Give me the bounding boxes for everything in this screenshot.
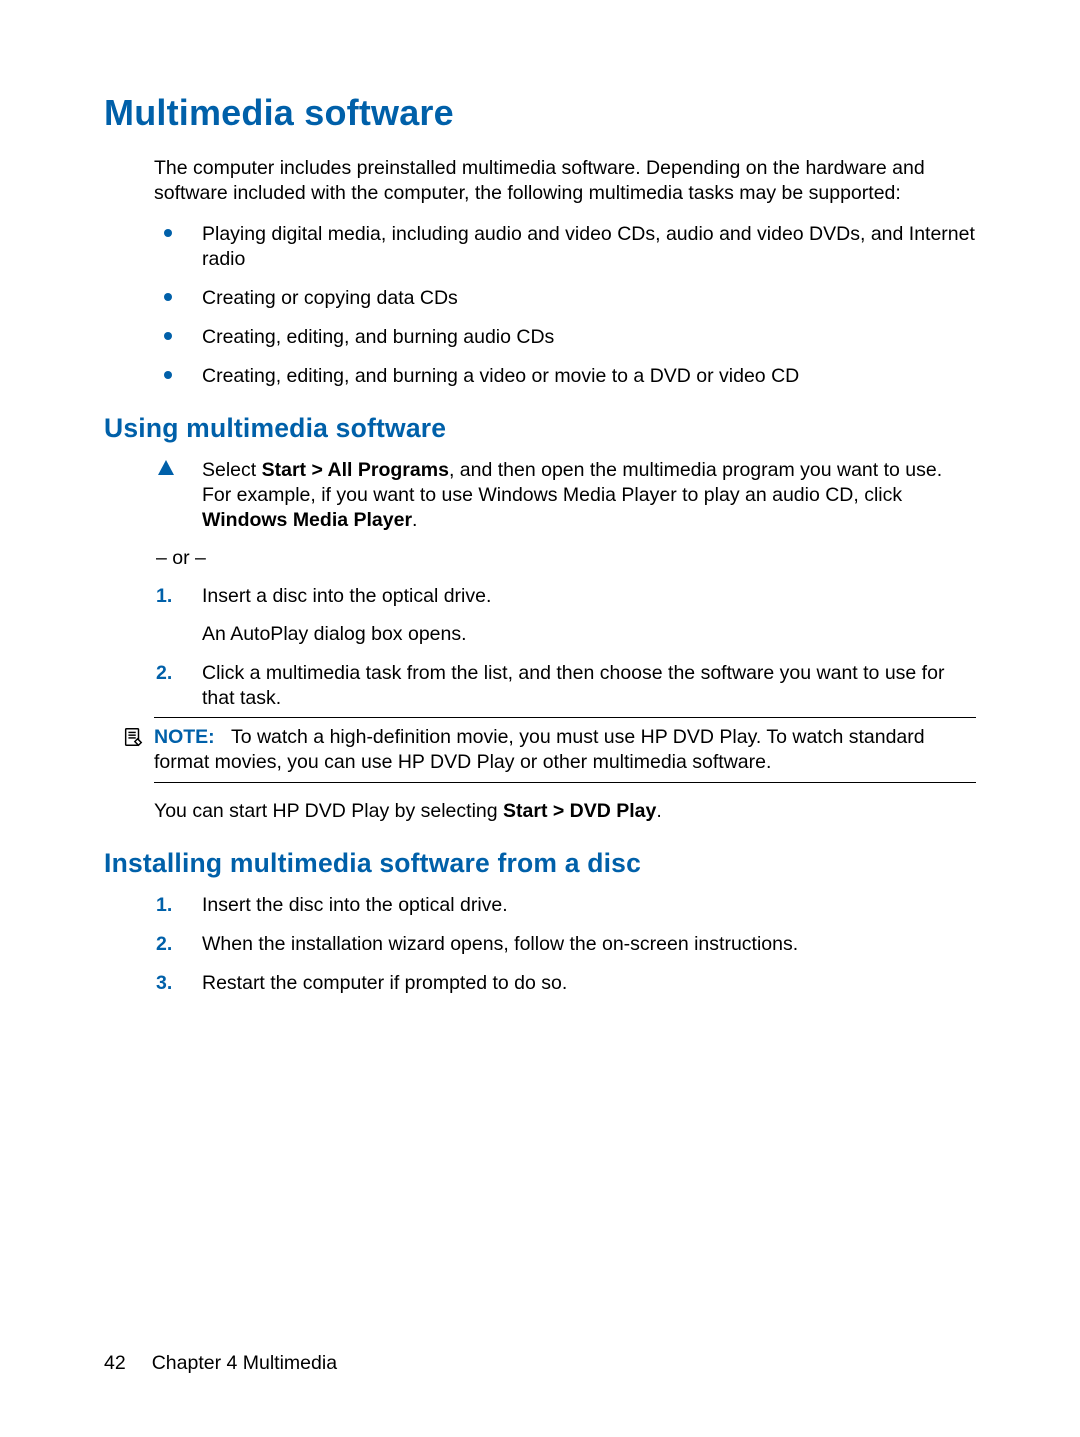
note-text-content: To watch a high-definition movie, you mu… xyxy=(154,726,925,773)
list-item: Creating or copying data CDs xyxy=(154,286,976,311)
list-item: Playing digital media, including audio a… xyxy=(154,222,976,272)
step-text-line: Insert a disc into the optical drive. xyxy=(202,585,491,607)
note-callout: NOTE: To watch a high-definition movie, … xyxy=(154,717,976,783)
or-separator: – or – xyxy=(156,547,976,570)
step-text: Insert a disc into the optical drive. An… xyxy=(202,584,976,648)
ui-path: Start > DVD Play xyxy=(503,800,656,822)
step-text: Select Start > All Programs, and then op… xyxy=(202,458,976,533)
page-title: Multimedia software xyxy=(104,92,976,134)
numbered-step: 2. When the installation wizard opens, f… xyxy=(154,932,976,957)
paragraph-part: You can start HP DVD Play by selecting xyxy=(154,800,503,822)
step-number-label: 3. xyxy=(156,971,172,996)
single-step: Select Start > All Programs, and then op… xyxy=(154,458,976,533)
feature-list: Playing digital media, including audio a… xyxy=(154,222,976,389)
section-heading-using: Using multimedia software xyxy=(104,413,976,444)
step-text-part: . xyxy=(412,509,417,531)
intro-block: The computer includes preinstalled multi… xyxy=(154,156,976,389)
step-number-label: 1. xyxy=(156,584,172,609)
document-page: Multimedia software The computer include… xyxy=(0,0,1080,1437)
step-number: 3. xyxy=(154,971,202,996)
numbered-step: 1. Insert the disc into the optical driv… xyxy=(154,893,976,918)
step-number-label: 2. xyxy=(156,932,172,957)
step-text: Insert the disc into the optical drive. xyxy=(202,893,976,918)
step-number-label: 2. xyxy=(156,661,172,686)
step-number: 1. xyxy=(154,893,202,918)
section-a-body: Select Start > All Programs, and then op… xyxy=(154,458,976,825)
chapter-label: Chapter 4 Multimedia xyxy=(152,1352,337,1374)
list-item: Creating, editing, and burning a video o… xyxy=(154,364,976,389)
step-number-label: 1. xyxy=(156,893,172,918)
ui-label: Windows Media Player xyxy=(202,509,412,531)
page-number: 42 xyxy=(104,1352,126,1374)
ui-path: Start > All Programs xyxy=(262,459,449,481)
numbered-step: 2. Click a multimedia task from the list… xyxy=(154,661,976,711)
page-footer: 42 Chapter 4 Multimedia xyxy=(104,1352,337,1375)
step-subtext: An AutoPlay dialog box opens. xyxy=(202,622,976,647)
step-text: When the installation wizard opens, foll… xyxy=(202,932,976,957)
triangle-icon xyxy=(154,458,202,533)
list-item: Creating, editing, and burning audio CDs xyxy=(154,325,976,350)
step-number: 2. xyxy=(154,661,202,711)
step-text: Restart the computer if prompted to do s… xyxy=(202,971,976,996)
paragraph-part: . xyxy=(656,800,661,822)
numbered-step: 3. Restart the computer if prompted to d… xyxy=(154,971,976,996)
step-text-part: Select xyxy=(202,459,262,481)
step-number: 1. xyxy=(154,584,202,648)
intro-paragraph: The computer includes preinstalled multi… xyxy=(154,156,976,206)
note-icon xyxy=(122,726,148,753)
after-note-paragraph: You can start HP DVD Play by selecting S… xyxy=(154,799,976,824)
numbered-step: 1. Insert a disc into the optical drive.… xyxy=(154,584,976,648)
section-b-body: 1. Insert the disc into the optical driv… xyxy=(154,893,976,996)
step-number: 2. xyxy=(154,932,202,957)
section-heading-installing: Installing multimedia software from a di… xyxy=(104,848,976,879)
note-label: NOTE: xyxy=(154,726,215,748)
step-text: Click a multimedia task from the list, a… xyxy=(202,661,976,711)
step-text-line: Click a multimedia task from the list, a… xyxy=(202,662,944,709)
note-body: NOTE: To watch a high-definition movie, … xyxy=(154,725,976,775)
